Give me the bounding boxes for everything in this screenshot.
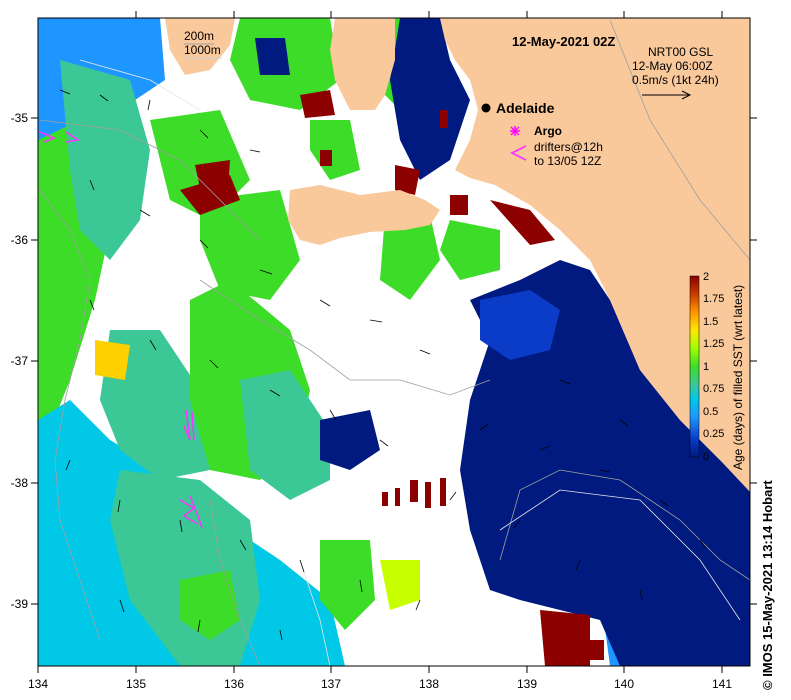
isobath-1000m-label: 1000m — [184, 43, 221, 57]
credit-line: © IMOS 15-May-2021 13:14 Hobart — [760, 480, 775, 690]
y-tick-label: -39 — [11, 597, 29, 611]
colorbar-tick-label: 2 — [703, 271, 709, 283]
x-tick-label: 137 — [321, 677, 341, 691]
y-tick-label: -38 — [11, 476, 29, 490]
colorbar-tick-label: 0.5 — [703, 406, 718, 418]
colorbar-tick-label: 0 — [703, 451, 709, 463]
x-tick-label: 140 — [614, 677, 634, 691]
velocity-scale-label: 0.5m/s (1kt 24h) — [632, 73, 719, 87]
x-tick-label: 134 — [28, 677, 48, 691]
colorbar-tick-label: 1 — [703, 361, 709, 373]
adelaide-marker — [481, 103, 491, 113]
x-tick-label: 138 — [419, 677, 439, 691]
sst-age-map-figure: 134 135 136 137 138 139 140 141 -35 -36 … — [11, 11, 757, 691]
drifter-legend-line1: drifters@12h — [534, 140, 603, 154]
isobath-200m-label: 200m — [184, 29, 214, 43]
colorbar-tick-label: 1.75 — [703, 293, 724, 305]
x-tick-label: 136 — [224, 677, 244, 691]
drifter-legend-line2: to 13/05 12Z — [534, 154, 601, 168]
map-area[interactable] — [38, 18, 750, 666]
product-name: NRT00 GSL — [648, 45, 713, 59]
colorbar-tick-label: 1.5 — [703, 316, 718, 328]
product-time: 12-May 06:00Z — [632, 59, 713, 73]
argo-legend-label: Argo — [534, 124, 562, 138]
colorbar-tick-label: 0.75 — [703, 383, 724, 395]
x-tick-label: 139 — [517, 677, 537, 691]
colorbar-tick-label: 0.25 — [703, 428, 724, 440]
y-axis-labels: -35 -36 -37 -38 -39 — [11, 111, 29, 611]
adelaide-label: Adelaide — [496, 100, 555, 116]
y-tick-label: -35 — [11, 111, 29, 125]
map-title: 12-May-2021 02Z — [512, 34, 615, 49]
x-axis-labels: 134 135 136 137 138 139 140 141 — [28, 677, 732, 691]
argo-legend-icon — [510, 126, 520, 136]
colorbar — [689, 275, 700, 458]
x-tick-label: 141 — [712, 677, 732, 691]
colorbar-label: Age (days) of filled SST (wrt latest) — [731, 285, 745, 470]
y-tick-label: -36 — [11, 233, 29, 247]
y-tick-label: -37 — [11, 354, 29, 368]
x-tick-label: 135 — [126, 677, 146, 691]
colorbar-tick-label: 1.25 — [703, 338, 724, 350]
